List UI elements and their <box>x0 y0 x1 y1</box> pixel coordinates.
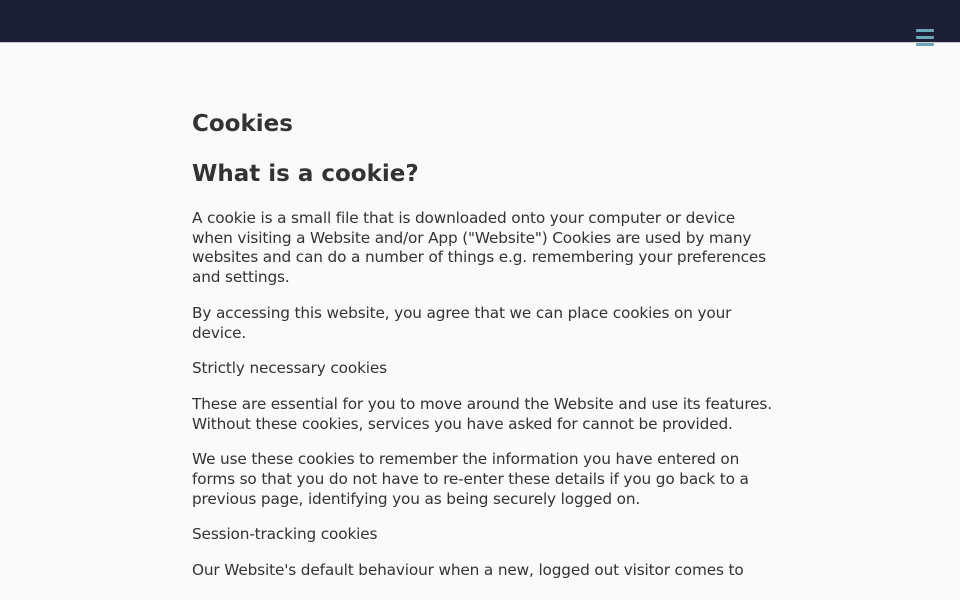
paragraph-forms-usage: We use these cookies to remember the inf… <box>192 450 749 508</box>
hamburger-menu-icon[interactable] <box>915 29 937 47</box>
menu-bar-line <box>916 36 934 39</box>
paragraph-default-behaviour: Our Website's default behaviour when a n… <box>192 561 744 580</box>
cookie-policy-content: Cookies What is a cookie? A cookie is a … <box>192 108 772 581</box>
subheading-session-tracking: Session-tracking cookies <box>192 525 378 544</box>
menu-bar-line <box>916 29 934 32</box>
paragraph-strictly-necessary: These are essential for you to move arou… <box>192 394 772 433</box>
section-heading-what-is-cookie: What is a cookie? <box>192 161 419 187</box>
top-navigation-bar <box>0 0 960 46</box>
page-title: Cookies <box>192 111 293 137</box>
paragraph-cookie-definition: A cookie is a small file that is downloa… <box>192 209 766 287</box>
subheading-strictly-necessary: Strictly necessary cookies <box>192 359 387 378</box>
paragraph-consent: By accessing this website, you agree tha… <box>192 303 732 342</box>
menu-bar-line <box>916 43 934 46</box>
